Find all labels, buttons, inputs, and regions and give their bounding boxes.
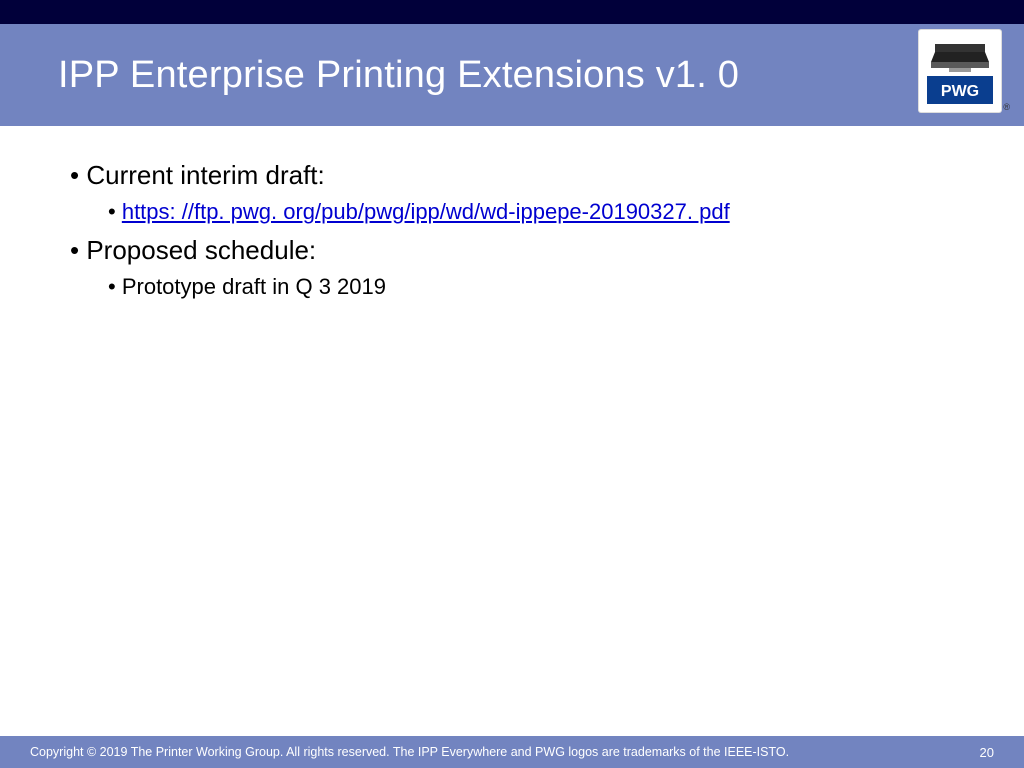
copyright-text: Copyright © 2019 The Printer Working Gro… (30, 745, 980, 759)
pwg-logo: PWG (919, 30, 1001, 112)
bullet-draft-link: https: //ftp. pwg. org/pub/pwg/ipp/wd/wd… (108, 199, 964, 225)
bullet-proposed-schedule: Proposed schedule: (70, 235, 964, 266)
page-number: 20 (980, 745, 994, 760)
bullet-current-interim-draft: Current interim draft: (70, 160, 964, 191)
draft-url-link[interactable]: https: //ftp. pwg. org/pub/pwg/ipp/wd/wd… (122, 199, 730, 224)
bullet-prototype-draft: Prototype draft in Q 3 2019 (108, 274, 964, 300)
registered-mark: ® (1003, 102, 1010, 112)
top-accent-bar (0, 0, 1024, 24)
logo-text: PWG (941, 83, 979, 100)
slide: IPP Enterprise Printing Extensions v1. 0… (0, 0, 1024, 768)
footer-bar: Copyright © 2019 The Printer Working Gro… (0, 736, 1024, 768)
content-area: Current interim draft: https: //ftp. pwg… (70, 160, 964, 310)
printer-icon: PWG (927, 38, 993, 104)
slide-title: IPP Enterprise Printing Extensions v1. 0 (0, 54, 739, 97)
title-bar: IPP Enterprise Printing Extensions v1. 0 (0, 24, 1024, 126)
